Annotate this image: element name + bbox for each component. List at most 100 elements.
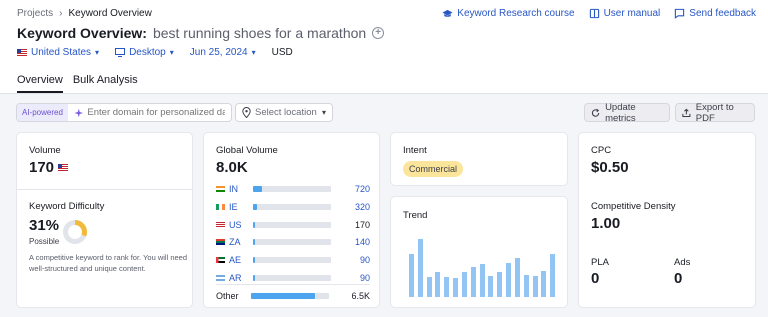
update-metrics-button[interactable]: Update metrics bbox=[584, 102, 670, 124]
refresh-icon bbox=[591, 108, 600, 117]
cpc-label: CPC bbox=[591, 145, 612, 156]
trend-bar bbox=[435, 272, 441, 297]
country-volume-value[interactable]: 720 bbox=[355, 184, 370, 194]
country-code[interactable]: ZA bbox=[229, 237, 251, 247]
country-code[interactable]: IN bbox=[229, 184, 251, 194]
trend-bar bbox=[532, 276, 538, 297]
ie-flag-icon bbox=[216, 203, 225, 210]
trend-bar bbox=[426, 277, 432, 297]
trend-bar bbox=[506, 263, 512, 297]
tab-bar: Overview Bulk Analysis bbox=[17, 74, 138, 93]
other-value: 6.5K bbox=[351, 291, 370, 301]
trend-bar bbox=[514, 258, 520, 297]
volume-card: Volume 170 Keyword Difficulty 31% Possib… bbox=[16, 132, 194, 308]
country-row-in: IN 720 bbox=[216, 183, 370, 195]
page-title-keyword: best running shoes for a marathon bbox=[152, 25, 367, 41]
keyword-research-course-link[interactable]: Keyword Research course bbox=[442, 8, 575, 19]
intent-card: Intent Commercial bbox=[390, 132, 568, 186]
country-volume-bar bbox=[253, 239, 255, 246]
country-volume-bar bbox=[253, 221, 255, 228]
ar-flag-icon bbox=[216, 275, 225, 281]
user-manual-link[interactable]: User manual bbox=[589, 8, 660, 19]
ai-powered-badge: AI-powered bbox=[17, 104, 68, 121]
add-keyword-icon[interactable]: + bbox=[372, 27, 385, 39]
graduation-cap-icon bbox=[442, 9, 453, 17]
date-select[interactable]: Jun 25, 2024 ▾ bbox=[190, 47, 256, 58]
ae-flag-icon bbox=[216, 257, 225, 264]
kd-ring-chart bbox=[63, 220, 87, 244]
domain-input[interactable] bbox=[87, 107, 225, 118]
country-row-other: Other 6.5K bbox=[216, 290, 370, 302]
country-row-za: ZA 140 bbox=[216, 236, 370, 248]
other-bar bbox=[251, 293, 315, 299]
trend-bar bbox=[541, 271, 547, 297]
us-flag-icon bbox=[17, 49, 27, 56]
country-code[interactable]: AR bbox=[229, 273, 251, 283]
tab-overview[interactable]: Overview bbox=[17, 74, 63, 93]
volume-value: 170 bbox=[29, 159, 55, 176]
intent-badge: Commercial bbox=[403, 161, 464, 177]
page-header: Projects › Keyword Overview Keyword Rese… bbox=[0, 0, 768, 94]
country-row-us: US 170 bbox=[216, 219, 370, 231]
divider bbox=[216, 284, 370, 285]
breadcrumb: Projects › Keyword Overview bbox=[17, 8, 152, 19]
kd-description: A competitive keyword to rank for. You w… bbox=[29, 253, 188, 273]
page-title: Keyword Overview: best running shoes for… bbox=[17, 25, 385, 41]
country-volume-value[interactable]: 320 bbox=[355, 202, 370, 212]
intent-label: Intent bbox=[403, 145, 427, 156]
country-volume-bar bbox=[253, 275, 255, 281]
trend-bar bbox=[488, 276, 494, 297]
trend-bar bbox=[453, 278, 459, 297]
country-row-ae: AE 90 bbox=[216, 254, 370, 266]
header-links: Keyword Research course User manual Send… bbox=[442, 8, 756, 19]
toolbar: AI-powered Select location ▾ Update metr… bbox=[16, 102, 756, 124]
device-select[interactable]: Desktop ▾ bbox=[115, 47, 174, 58]
tab-bulk-analysis[interactable]: Bulk Analysis bbox=[73, 74, 138, 93]
trend-bar bbox=[461, 272, 467, 297]
divider bbox=[17, 189, 194, 190]
trend-bar bbox=[497, 272, 503, 297]
pla-value: 0 bbox=[591, 270, 600, 287]
country-select[interactable]: United States ▾ bbox=[17, 47, 99, 58]
competitive-density-label: Competitive Density bbox=[591, 201, 676, 212]
us-flag-icon bbox=[58, 164, 69, 171]
send-feedback-link[interactable]: Send feedback bbox=[674, 8, 756, 19]
country-code[interactable]: AE bbox=[229, 255, 251, 265]
country-volume-bar bbox=[253, 257, 255, 264]
chevron-down-icon: ▾ bbox=[95, 48, 100, 57]
page-title-label: Keyword Overview: bbox=[17, 25, 147, 41]
global-volume-value: 8.0K bbox=[216, 159, 248, 176]
country-volume-bar bbox=[253, 186, 262, 192]
global-volume-label: Global Volume bbox=[216, 145, 278, 156]
trend-bar bbox=[479, 264, 485, 297]
country-volume-value[interactable]: 90 bbox=[360, 273, 370, 283]
book-icon bbox=[589, 8, 599, 19]
breadcrumb-projects[interactable]: Projects bbox=[17, 8, 53, 19]
export-icon bbox=[682, 108, 691, 117]
kd-label: Keyword Difficulty bbox=[29, 201, 105, 212]
trend-label: Trend bbox=[403, 210, 428, 221]
trend-bar bbox=[409, 254, 414, 297]
chevron-down-icon: ▾ bbox=[169, 48, 174, 57]
chevron-down-icon: ▾ bbox=[321, 108, 326, 117]
trend-bar bbox=[470, 267, 476, 297]
country-volume-value[interactable]: 140 bbox=[355, 237, 370, 247]
cpc-card: CPC $0.50 Competitive Density 1.00 PLA 0… bbox=[578, 132, 756, 308]
export-pdf-button[interactable]: Export to PDF bbox=[675, 102, 755, 124]
in-flag-icon bbox=[216, 186, 225, 192]
kd-value: 31% bbox=[29, 217, 60, 234]
trend-bar bbox=[417, 239, 423, 297]
location-select[interactable]: Select location ▾ bbox=[235, 103, 333, 122]
currency-label: USD bbox=[271, 47, 293, 58]
country-code[interactable]: US bbox=[229, 220, 251, 230]
desktop-icon bbox=[115, 48, 126, 57]
country-code[interactable]: IE bbox=[229, 202, 251, 212]
country-volume-value[interactable]: 170 bbox=[355, 220, 370, 230]
location-pin-icon bbox=[242, 107, 251, 118]
country-volume-bar bbox=[253, 203, 257, 210]
pla-label: PLA bbox=[591, 257, 609, 268]
filter-bar: United States ▾ Desktop ▾ Jun 25, 2024 ▾… bbox=[17, 47, 293, 58]
ai-domain-field: AI-powered bbox=[16, 103, 232, 122]
country-volume-value[interactable]: 90 bbox=[360, 255, 370, 265]
breadcrumb-current: Keyword Overview bbox=[68, 8, 152, 19]
